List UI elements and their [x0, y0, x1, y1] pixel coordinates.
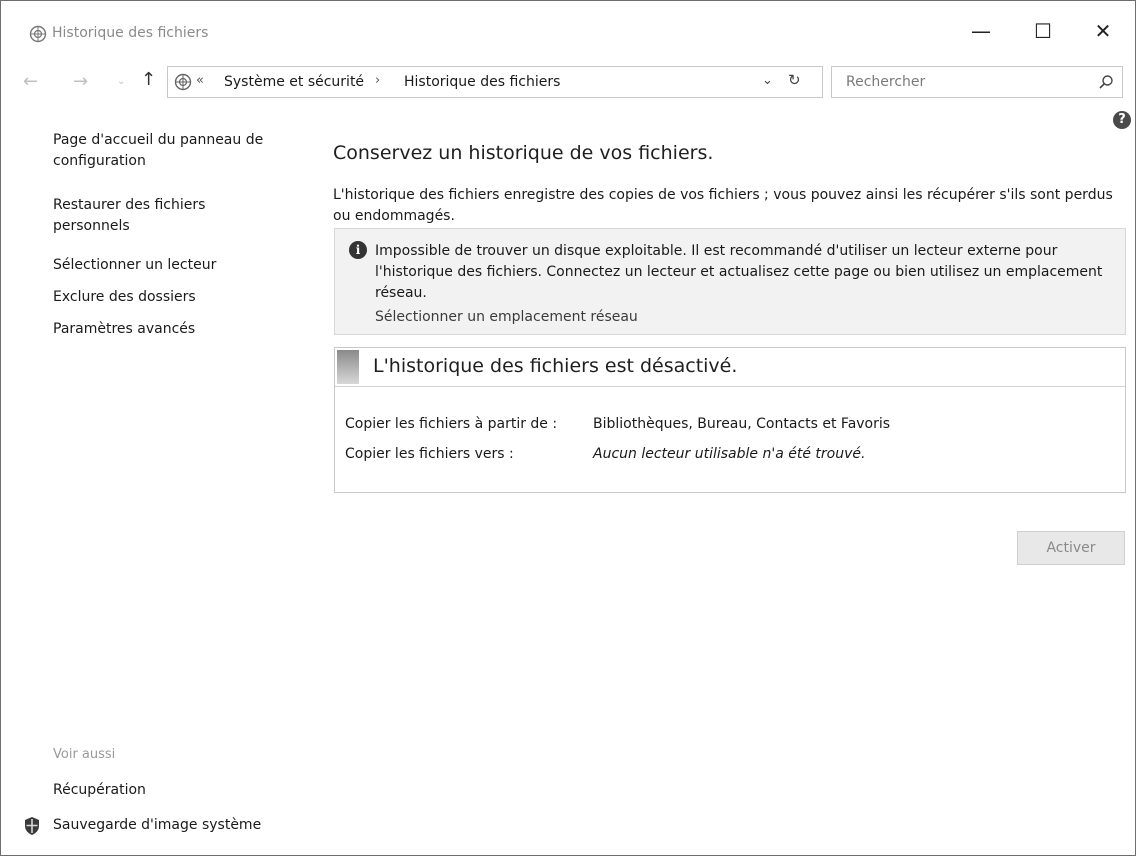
forward-arrow-icon[interactable]: →	[73, 71, 88, 92]
maximize-button[interactable]: ☐	[1023, 13, 1063, 49]
hidden-crumbs-chevron-icon[interactable]: «	[196, 73, 204, 88]
close-button[interactable]: ✕	[1083, 13, 1123, 49]
sidebar-link-advanced-settings[interactable]: Paramètres avancés	[53, 319, 293, 340]
breadcrumb-separator-icon[interactable]: ›	[375, 73, 380, 88]
copy-to-value: Aucun lecteur utilisable n'a été trouvé.	[593, 446, 866, 462]
control-panel-icon	[174, 73, 192, 91]
info-icon: i	[349, 241, 367, 259]
status-title: L'historique des fichiers est désactivé.	[373, 355, 738, 377]
address-dropdown-icon[interactable]: ⌄	[762, 73, 773, 88]
recent-locations-chevron-icon[interactable]: ⌄	[117, 76, 125, 87]
see-also-heading: Voir aussi	[53, 747, 116, 762]
sidebar-link-restore-files[interactable]: Restaurer des fichiers personnels	[53, 195, 233, 237]
sidebar-link-select-drive[interactable]: Sélectionner un lecteur	[53, 255, 293, 276]
search-icon[interactable]	[1098, 74, 1114, 90]
status-panel: L'historique des fichiers est désactivé.…	[334, 347, 1126, 493]
help-icon[interactable]: ?	[1113, 111, 1131, 129]
copy-from-label: Copier les fichiers à partir de :	[345, 416, 558, 432]
sidebar-link-recovery[interactable]: Récupération	[53, 780, 293, 801]
status-header: L'historique des fichiers est désactivé.	[335, 348, 1125, 387]
search-placeholder: Rechercher	[846, 74, 926, 90]
title-bar: Historique des fichiers — ☐ ✕	[1, 1, 1135, 61]
search-input[interactable]: Rechercher	[831, 66, 1123, 98]
page-title: Conservez un historique de vos fichiers.	[333, 142, 714, 164]
back-arrow-icon[interactable]: ←	[23, 71, 38, 92]
window-title: Historique des fichiers	[52, 25, 209, 41]
refresh-icon[interactable]: ↻	[788, 71, 801, 89]
status-indicator	[337, 350, 359, 384]
copy-from-value: Bibliothèques, Bureau, Contacts et Favor…	[593, 416, 891, 432]
address-bar[interactable]: « Système et sécurité › Historique des f…	[167, 66, 823, 98]
minimize-button[interactable]: —	[961, 13, 1001, 49]
file-history-icon	[29, 25, 47, 43]
sidebar-link-system-image-backup[interactable]: Sauvegarde d'image système	[53, 815, 293, 836]
shield-icon	[25, 817, 39, 835]
select-network-location-link[interactable]: Sélectionner un emplacement réseau	[375, 309, 638, 325]
sidebar-link-exclude-folders[interactable]: Exclure des dossiers	[53, 287, 293, 308]
activate-button[interactable]: Activer	[1017, 531, 1125, 565]
breadcrumb-file-history[interactable]: Historique des fichiers	[404, 74, 560, 90]
up-arrow-icon[interactable]: ↑	[141, 69, 156, 90]
warning-text: Impossible de trouver un disque exploita…	[375, 243, 1103, 301]
copy-to-label: Copier les fichiers vers :	[345, 446, 514, 462]
no-drive-warning: i Impossible de trouver un disque exploi…	[334, 228, 1126, 335]
breadcrumb-system-security[interactable]: Système et sécurité	[224, 74, 364, 90]
sidebar-link-control-panel-home[interactable]: Page d'accueil du panneau de configurati…	[53, 130, 293, 172]
page-description: L'historique des fichiers enregistre des…	[333, 187, 1113, 224]
file-history-window: Historique des fichiers — ☐ ✕ ← → ⌄ ↑ « …	[0, 0, 1136, 856]
